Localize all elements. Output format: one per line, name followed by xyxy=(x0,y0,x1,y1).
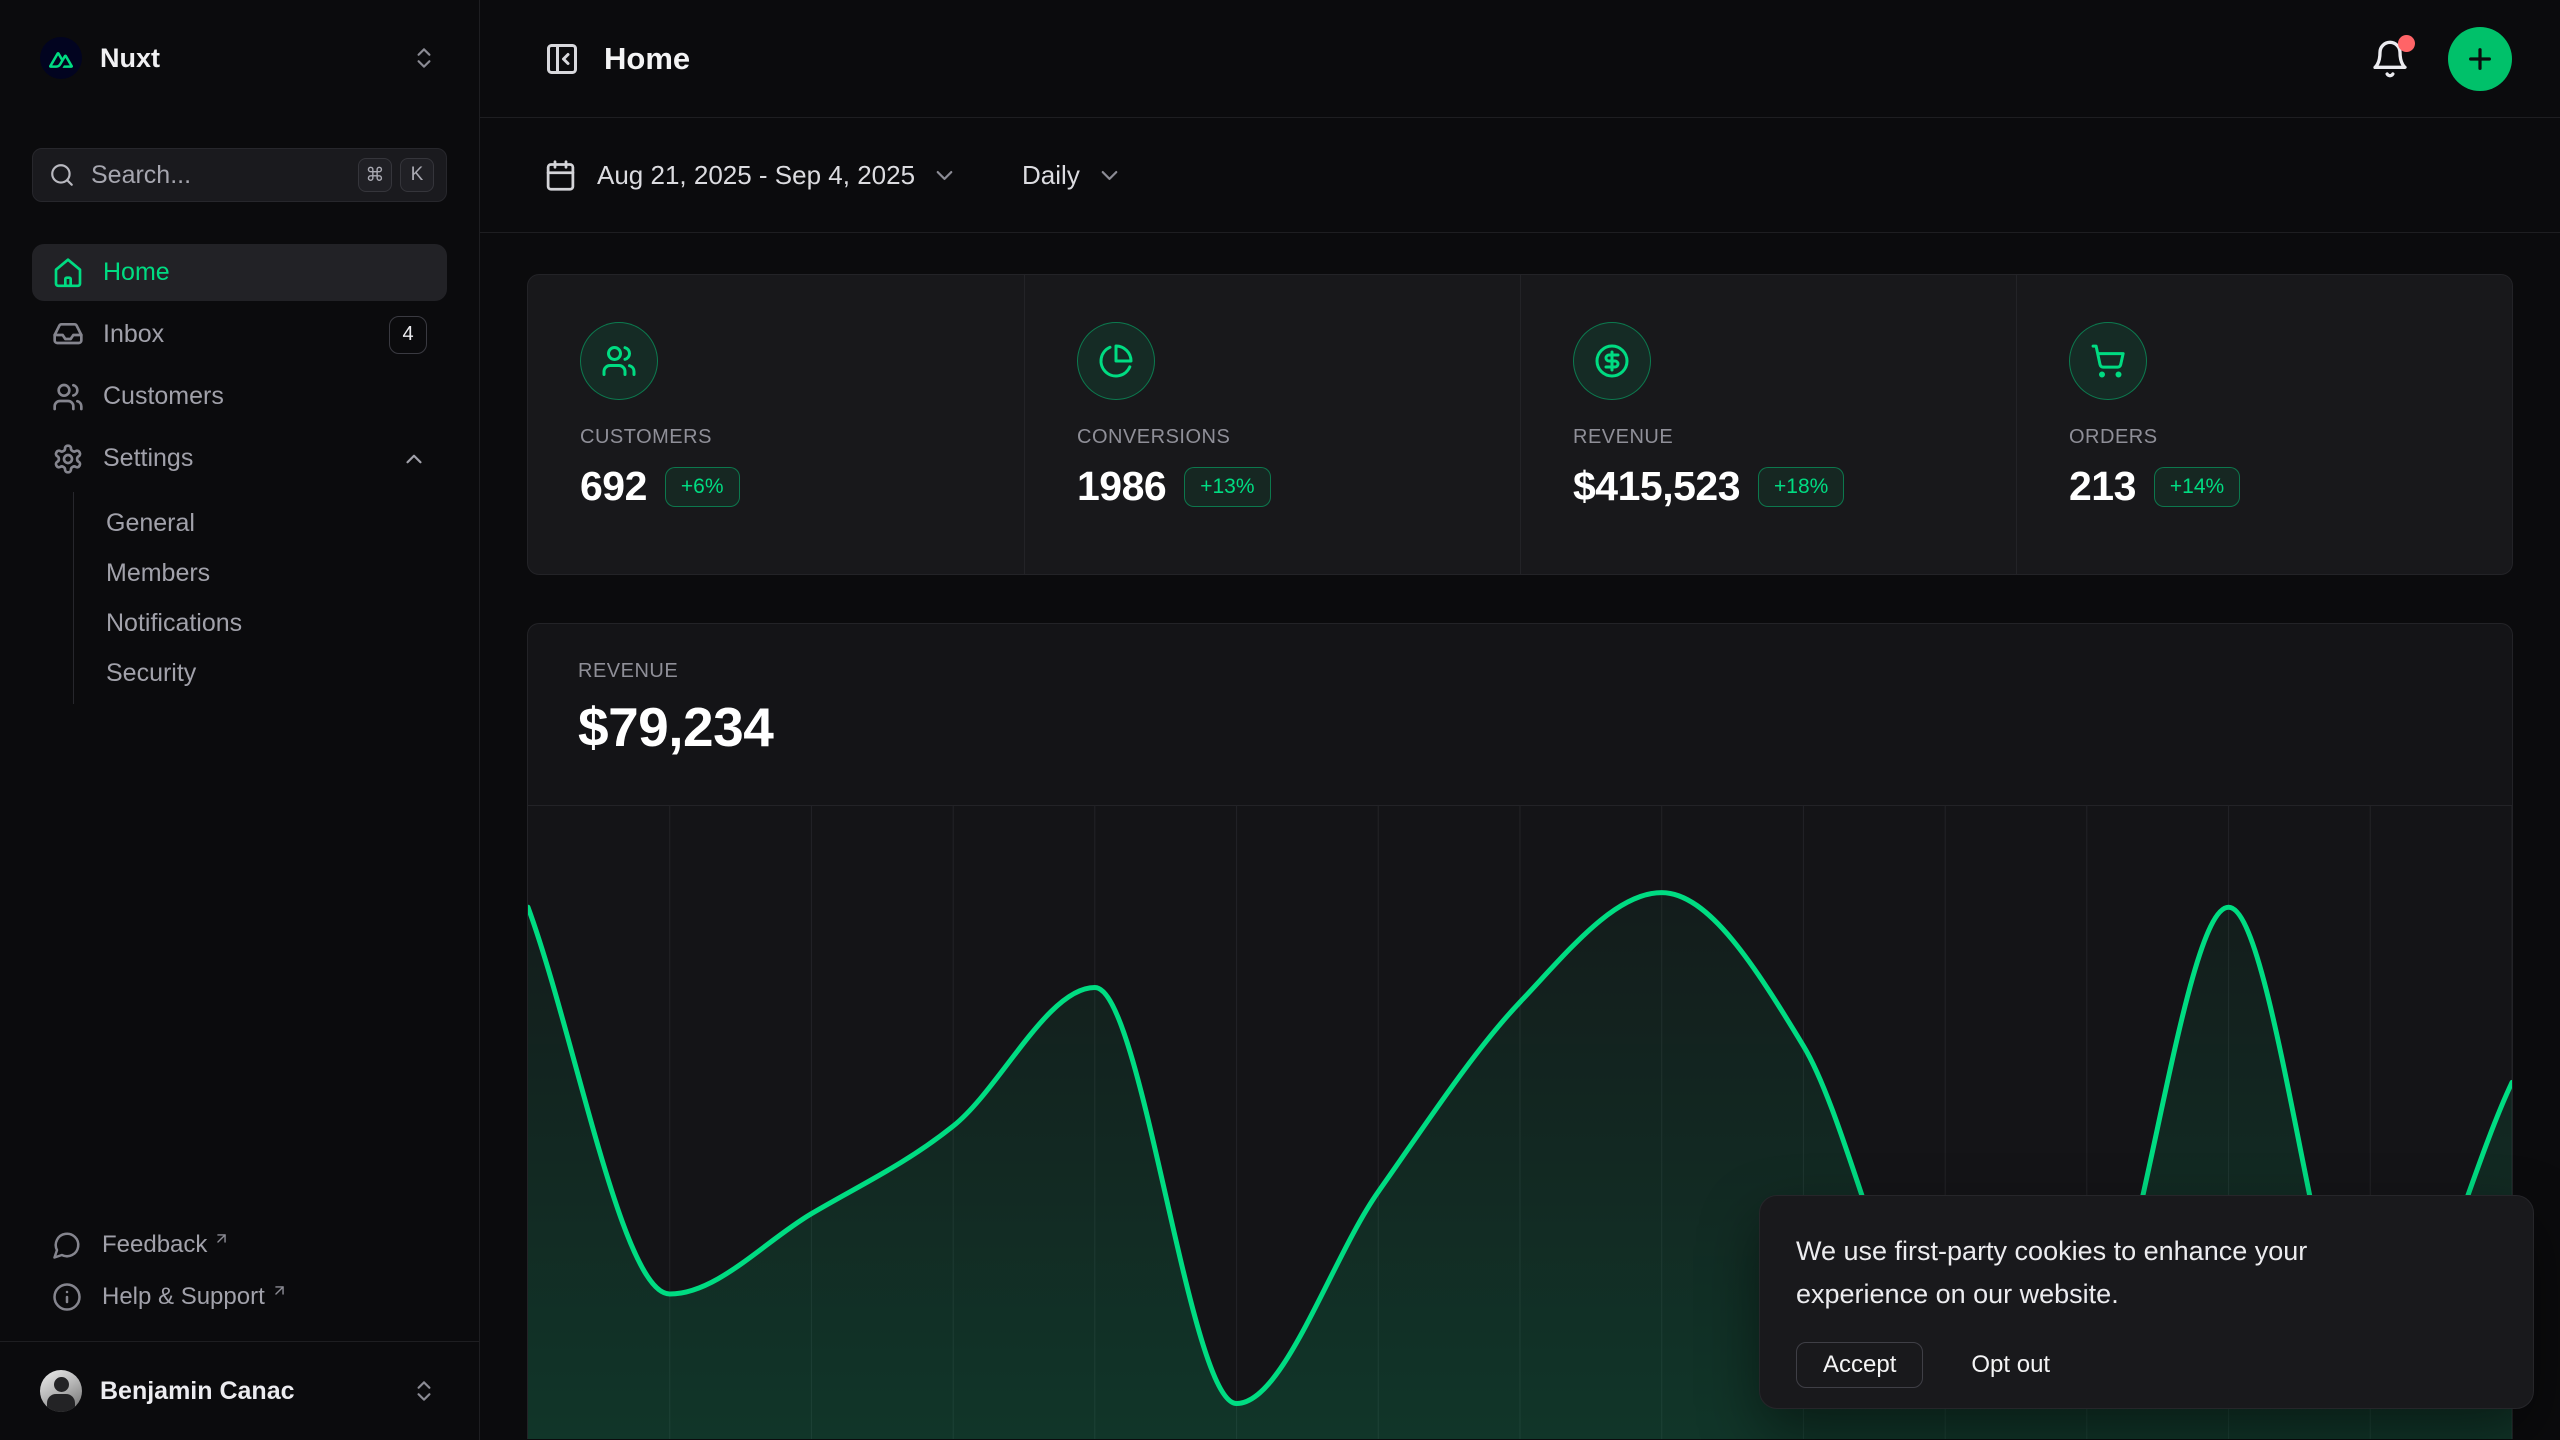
page-title: Home xyxy=(604,41,690,77)
calendar-icon xyxy=(544,159,577,192)
sidebar-item-members[interactable]: Members xyxy=(74,548,447,598)
stat-label: CONVERSIONS xyxy=(1077,426,1468,449)
stat-label: REVENUE xyxy=(1573,426,1964,449)
date-range-picker[interactable]: Aug 21, 2025 - Sep 4, 2025 xyxy=(544,159,958,192)
sidebar-item-security[interactable]: Security xyxy=(74,648,447,698)
help-support-label: Help & Support xyxy=(102,1283,265,1311)
chevron-down-icon xyxy=(1096,162,1123,189)
circle-dollar-icon xyxy=(1573,322,1651,400)
pie-chart-icon xyxy=(1077,322,1155,400)
inbox-count-badge: 4 xyxy=(389,316,427,354)
sidebar-item-settings[interactable]: Settings xyxy=(32,430,447,487)
notifications-button[interactable] xyxy=(2370,39,2410,79)
stat-value: 692 xyxy=(580,463,647,510)
users-icon xyxy=(52,381,84,413)
chevrons-up-down-icon xyxy=(411,45,437,71)
stat-delta-badge: +13% xyxy=(1184,467,1270,507)
revenue-panel-header: REVENUE $79,234 xyxy=(528,624,2512,805)
plus-icon xyxy=(2464,43,2496,75)
sidebar-item-label: Inbox xyxy=(103,320,164,349)
accept-button[interactable]: Accept xyxy=(1796,1342,1923,1388)
gear-icon xyxy=(52,443,84,475)
revenue-total: $79,234 xyxy=(578,695,2462,759)
stat-delta-badge: +18% xyxy=(1758,467,1844,507)
feedback-label: Feedback xyxy=(102,1231,207,1259)
sidebar-item-general[interactable]: General xyxy=(74,498,447,548)
cookie-banner: We use first-party cookies to enhance yo… xyxy=(1759,1195,2534,1409)
shopping-cart-icon xyxy=(2069,322,2147,400)
stat-card-conversions: CONVERSIONS 1986 +13% xyxy=(1024,275,1520,574)
stat-card-customers: CUSTOMERS 692 +6% xyxy=(528,275,1024,574)
external-link-icon xyxy=(271,1282,288,1299)
stat-value: $415,523 xyxy=(1573,463,1740,510)
stat-value: 1986 xyxy=(1077,463,1166,510)
sidebar-item-home[interactable]: Home xyxy=(32,244,447,301)
settings-subnav: General Members Notifications Security xyxy=(73,492,447,704)
panel-collapse-button[interactable] xyxy=(544,41,580,77)
page-header: Home xyxy=(480,0,2560,118)
search-placeholder: Search... xyxy=(91,161,191,190)
external-link-icon xyxy=(213,1230,230,1247)
team-switcher[interactable]: Nuxt xyxy=(32,30,447,86)
period-select[interactable]: Daily xyxy=(1022,160,1123,191)
sidebar: Nuxt Search... ⌘ K Home Inbox 4 Customer… xyxy=(0,0,480,1440)
period-value: Daily xyxy=(1022,160,1080,191)
kbd-k: K xyxy=(400,158,434,192)
revenue-label: REVENUE xyxy=(578,660,2462,683)
sidebar-item-label: Home xyxy=(103,258,170,287)
info-icon xyxy=(52,1282,82,1312)
sidebar-item-label: Settings xyxy=(103,444,193,473)
notification-dot xyxy=(2398,35,2415,52)
user-name: Benjamin Canac xyxy=(100,1377,295,1406)
panel-left-close-icon xyxy=(544,41,580,77)
cookie-actions: Accept Opt out xyxy=(1796,1342,2497,1388)
stat-card-orders: ORDERS 213 +14% xyxy=(2016,275,2512,574)
stat-value: 213 xyxy=(2069,463,2136,510)
stat-label: CUSTOMERS xyxy=(580,426,972,449)
chevron-down-icon xyxy=(931,162,958,189)
stat-card-revenue: REVENUE $415,523 +18% xyxy=(1520,275,2016,574)
stat-label: ORDERS xyxy=(2069,426,2460,449)
nuxt-logo-icon xyxy=(40,37,82,79)
sidebar-item-label: Customers xyxy=(103,382,224,411)
avatar xyxy=(40,1370,82,1412)
users-icon xyxy=(580,322,658,400)
message-circle-icon xyxy=(52,1230,82,1260)
filters-toolbar: Aug 21, 2025 - Sep 4, 2025 Daily xyxy=(480,118,2560,233)
search-input[interactable]: Search... ⌘ K xyxy=(32,148,447,202)
sidebar-footer: Feedback Help & Support xyxy=(32,1219,447,1323)
kbd-command: ⌘ xyxy=(358,158,392,192)
team-name: Nuxt xyxy=(100,43,160,74)
stats-row: CUSTOMERS 692 +6% CONVERSIONS 1986 +13% xyxy=(527,274,2513,575)
home-icon xyxy=(52,257,84,289)
chevrons-up-down-icon xyxy=(411,1378,437,1404)
cookie-message: We use first-party cookies to enhance yo… xyxy=(1796,1230,2361,1316)
chevron-up-icon xyxy=(401,446,427,472)
feedback-link[interactable]: Feedback xyxy=(32,1219,447,1271)
date-range-value: Aug 21, 2025 - Sep 4, 2025 xyxy=(597,160,915,191)
sidebar-nav: Home Inbox 4 Customers Settings General … xyxy=(32,244,447,704)
search-kbd-hints: ⌘ K xyxy=(358,158,434,192)
help-support-link[interactable]: Help & Support xyxy=(32,1271,447,1323)
inbox-icon xyxy=(52,319,84,351)
user-section: Benjamin Canac xyxy=(0,1341,479,1440)
sidebar-item-customers[interactable]: Customers xyxy=(32,368,447,425)
stat-delta-badge: +6% xyxy=(665,467,740,507)
opt-out-button[interactable]: Opt out xyxy=(1971,1351,2050,1379)
add-button[interactable] xyxy=(2448,27,2512,91)
sidebar-item-notifications[interactable]: Notifications xyxy=(74,598,447,648)
search-icon xyxy=(49,162,75,188)
stat-delta-badge: +14% xyxy=(2154,467,2240,507)
header-actions xyxy=(2370,27,2512,91)
sidebar-item-inbox[interactable]: Inbox 4 xyxy=(32,306,447,363)
user-menu[interactable]: Benjamin Canac xyxy=(32,1362,447,1420)
